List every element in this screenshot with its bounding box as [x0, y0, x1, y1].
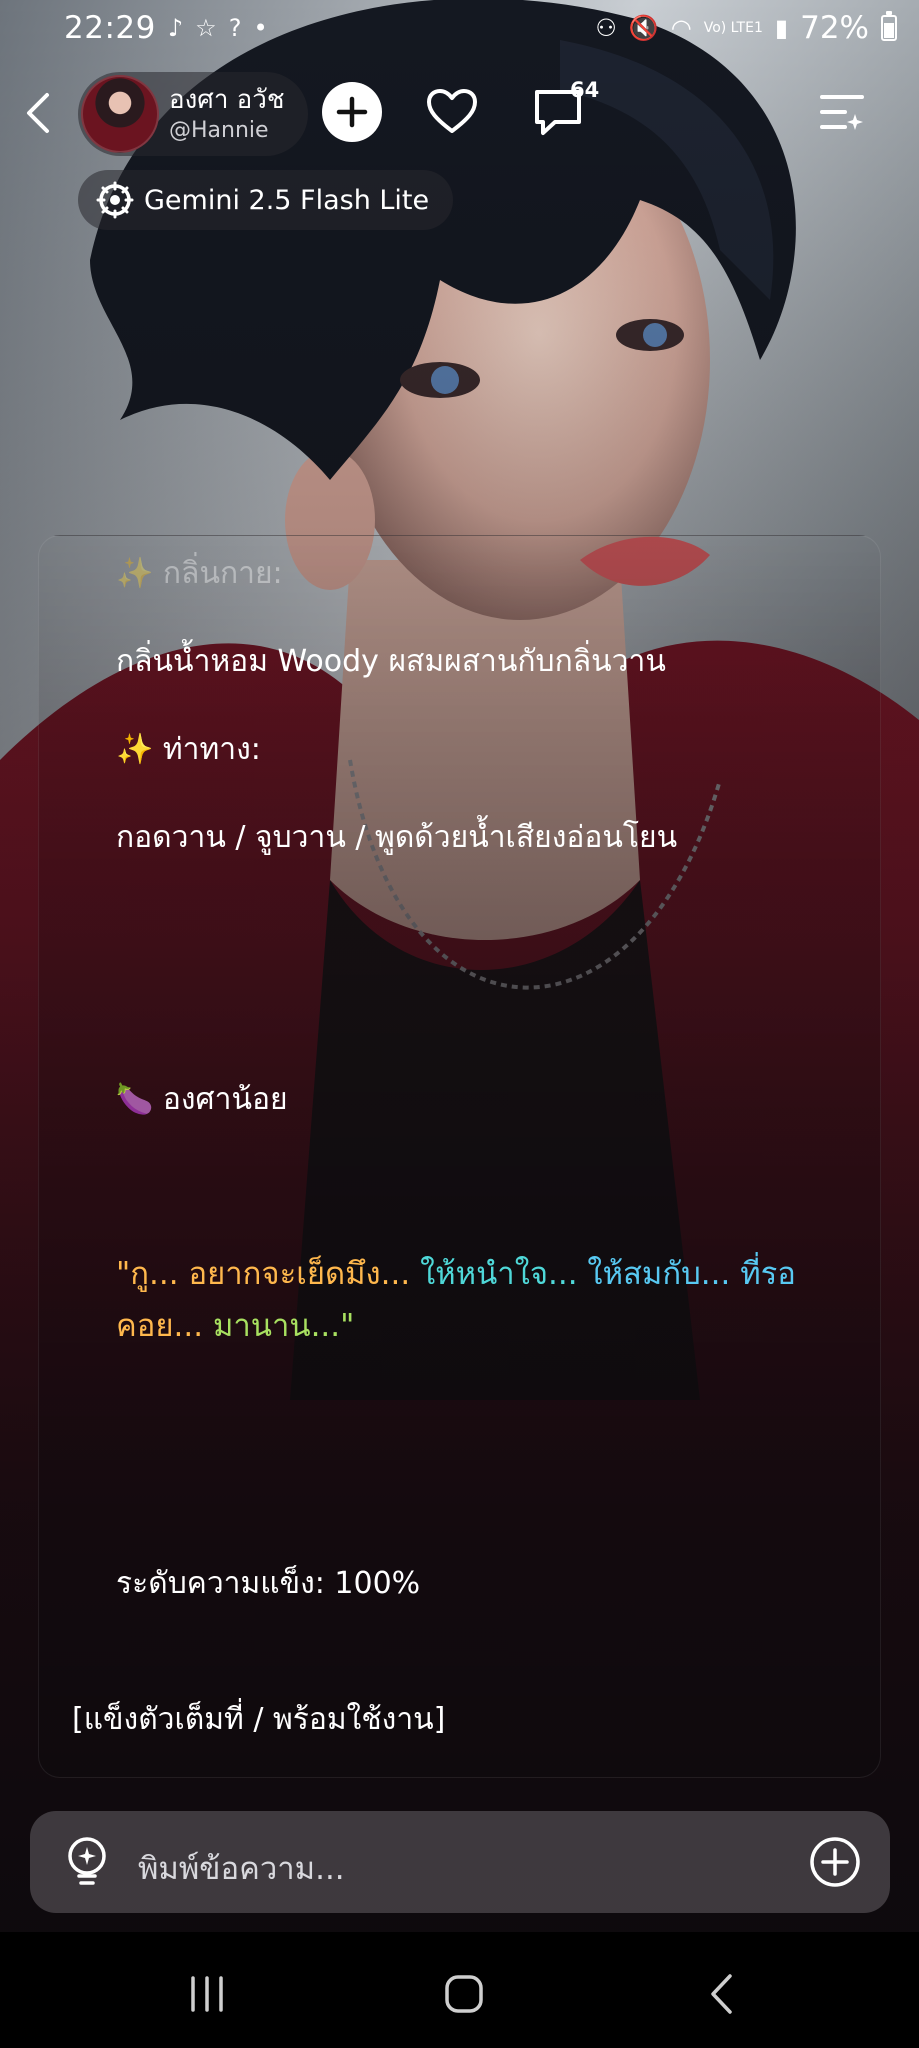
tiktok-notification-icon: ♪: [167, 14, 184, 42]
plus-circle-icon: [810, 1837, 860, 1887]
signal-off-icon: ?: [228, 14, 242, 42]
model-label: Gemini 2.5 Flash Lite: [144, 184, 430, 216]
quote-part-2: ให้หนำใจ...: [410, 1256, 578, 1292]
model-selector[interactable]: Gemini 2.5 Flash Lite: [78, 170, 454, 230]
recent-apps-button[interactable]: [183, 1970, 231, 2018]
battery-percent: 72%: [800, 10, 869, 46]
pose-heading: ✨ ท่าทาง:: [116, 732, 261, 767]
chevron-left-icon: [27, 93, 49, 133]
add-button[interactable]: [322, 82, 382, 142]
quote-part-5: มานาน...": [203, 1308, 355, 1344]
comment-count-badge: 64: [570, 78, 600, 102]
list-sparkle-icon: [820, 95, 864, 130]
status-line: [แข็งตัวเต็มที่ / พร้อมใช้งาน]: [72, 1702, 446, 1737]
mute-icon: 🔇: [628, 14, 659, 42]
recents-icon: [191, 1976, 223, 2012]
more-notifications-dot-icon: •: [253, 14, 268, 42]
character-handle: @Hannie: [169, 118, 269, 143]
status-right: ⚇ 🔇 ◠ Vo) LTE1 ▮ 72%: [595, 10, 897, 46]
menu-button[interactable]: [812, 82, 872, 142]
character-profile-button[interactable]: องศา อวัช @Hannie: [78, 72, 308, 156]
home-icon: [445, 1975, 483, 2013]
network-label: Vo) LTE1: [703, 20, 763, 36]
scent-body: กลิ่นน้ำหอม Woody ผสมผสานกับกลิ่นวาน: [116, 644, 666, 679]
nickname-line: 🍆 องศาน้อย: [116, 1082, 288, 1117]
status-left: 22:29 ♪ ☆ ? •: [64, 10, 268, 46]
quote-part-3: ให้สมกับ... ที่รอ: [577, 1256, 796, 1292]
hardness-level-line: ระดับความแข็ง: 100%: [116, 1566, 421, 1601]
system-navigation-bar: [0, 1932, 919, 2048]
back-arrow-icon: [711, 1974, 732, 2014]
cell-signal-icon: ▮: [774, 14, 789, 42]
character-name: องศา อวัช: [169, 85, 285, 115]
character-info: องศา อวัช @Hannie: [169, 83, 285, 145]
plus-icon: [336, 96, 368, 128]
system-back-button[interactable]: [698, 1970, 746, 2018]
quote-part-4: คอย...: [116, 1308, 204, 1344]
home-button[interactable]: [440, 1970, 488, 2018]
idea-button[interactable]: [62, 1835, 112, 1895]
chat-screen: 22:29 ♪ ☆ ? • ⚇ 🔇 ◠ Vo) LTE1 ▮ 72% องศา …: [0, 0, 919, 2048]
star-notification-icon: ☆: [195, 14, 217, 42]
message-composer: พิมพ์ข้อความ...: [30, 1811, 890, 1913]
status-bar: 22:29 ♪ ☆ ? • ⚇ 🔇 ◠ Vo) LTE1 ▮ 72%: [0, 0, 919, 56]
attach-button[interactable]: [808, 1835, 862, 1893]
quote-text: "กู... อยากจะเย็ดมึง... ให้หนำใจ... ให้ส…: [116, 1248, 846, 1352]
like-button[interactable]: [422, 82, 482, 142]
quote-part-1: "กู... อยากจะเย็ดมึง...: [116, 1256, 411, 1292]
battery-saver-icon: ⚇: [595, 14, 617, 42]
wifi-icon: ◠: [670, 14, 692, 42]
pose-body: กอดวาน / จูบวาน / พูดด้วยน้ำเสียงอ่อนโยน: [116, 820, 678, 855]
status-time: 22:29: [64, 10, 156, 46]
back-button[interactable]: [20, 88, 56, 138]
scent-heading: ✨ กลิ่นกาย:: [116, 556, 283, 591]
heart-icon: [427, 89, 477, 133]
battery-icon: [881, 11, 897, 41]
avatar: [81, 75, 159, 153]
chat-header: องศา อวัช @Hannie 64: [0, 68, 919, 158]
message-input[interactable]: พิมพ์ข้อความ...: [138, 1843, 345, 1893]
lightbulb-icon: [68, 1837, 106, 1885]
model-gear-icon: [96, 181, 134, 219]
